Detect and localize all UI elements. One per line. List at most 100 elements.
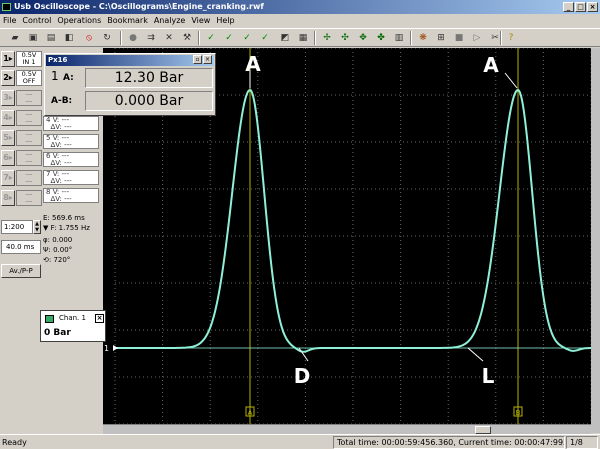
- stop-icon[interactable]: ■: [452, 31, 466, 45]
- channel-3-button[interactable]: 3▸: [1, 90, 15, 106]
- export-icon[interactable]: ◧: [62, 31, 76, 45]
- menu-operations[interactable]: Operations: [54, 14, 104, 28]
- annotation-a2-pointer: [504, 72, 518, 89]
- timebase-ratio[interactable]: 1:200: [1, 220, 33, 234]
- check-icon[interactable]: ✓: [204, 31, 218, 45]
- px16-a-value: 12.30 Bar: [85, 68, 213, 88]
- print-icon[interactable]: ▤: [44, 31, 58, 45]
- status-page: 1/8: [566, 436, 598, 449]
- channel-3-scale[interactable]: --- ---: [16, 90, 42, 106]
- toolbar-separator: [314, 31, 316, 45]
- toolbar-separator: [120, 31, 122, 45]
- toolbar-separator: [198, 31, 200, 45]
- check-icon[interactable]: ✓: [240, 31, 254, 45]
- annotation-l: L: [482, 364, 495, 388]
- px16-ab-label: A-B:: [51, 96, 73, 106]
- cursor-icon[interactable]: ✥: [356, 31, 370, 45]
- zero-marker-label: 1: [104, 344, 109, 353]
- menu-view[interactable]: View: [188, 14, 213, 28]
- horizontal-scrollbar[interactable]: [103, 424, 591, 434]
- refresh-icon[interactable]: ↻: [100, 31, 114, 45]
- v-readout-5: 5 V: --- ΔV: ---: [43, 134, 99, 149]
- menu-file[interactable]: File: [0, 14, 19, 28]
- cursor-icon[interactable]: ✤: [374, 31, 388, 45]
- timebase-time[interactable]: 40.0 ms: [1, 240, 41, 254]
- annotation-d: D: [294, 364, 311, 388]
- menu-bar: File Control Operations Bookmark Analyze View…: [0, 14, 600, 28]
- timebase-spinner[interactable]: ▲ ▼: [33, 220, 41, 234]
- grid-icon[interactable]: ▦: [296, 31, 310, 45]
- px16-a-label: A:: [63, 73, 74, 83]
- channel-color-icon: [45, 315, 54, 323]
- px16-title[interactable]: Px16: [46, 55, 214, 66]
- cursor-b-label: B: [516, 409, 521, 417]
- channel-1-scale[interactable]: 0.5V IN 1: [16, 51, 42, 67]
- status-ready: Ready: [2, 438, 27, 447]
- maximize-button[interactable]: □: [575, 2, 586, 12]
- legend-close-icon[interactable]: ×: [95, 314, 104, 323]
- channel-4-scale[interactable]: --- ---: [16, 110, 42, 126]
- title-bar: Usb Oscilloscope - C:\Oscillograms\Engin…: [0, 0, 600, 14]
- annotation-l-pointer: [467, 347, 484, 362]
- channel-1-button[interactable]: 1▸: [1, 51, 15, 67]
- channel-2-button[interactable]: 2▸: [1, 70, 15, 86]
- channel-5-button[interactable]: 5▸: [1, 130, 15, 146]
- record-icon[interactable]: ⦸: [82, 31, 96, 45]
- channel-6-scale[interactable]: --- ---: [16, 150, 42, 166]
- open-folder-icon[interactable]: ▰: [8, 31, 22, 45]
- check-icon[interactable]: ✓: [222, 31, 236, 45]
- measure-phi: φ: 0.000: [43, 236, 73, 244]
- annotation-d-pointer: [298, 347, 309, 362]
- measure-f: ▼ F: 1.755 Hz: [43, 224, 90, 232]
- avpp-button[interactable]: Av./P-P: [1, 264, 41, 278]
- px16-readout-window[interactable]: Px16 ▫ × 1 A: 12.30 Bar A-B: 0.000 Bar: [44, 53, 216, 116]
- cursor-icon[interactable]: ✢: [320, 31, 334, 45]
- cursor-a-label: A: [248, 409, 253, 417]
- menu-analyze[interactable]: Analyze: [151, 14, 189, 28]
- cursor-icon[interactable]: ✣: [338, 31, 352, 45]
- v-readout-7: 7 V: --- ΔV: ---: [43, 170, 99, 185]
- measure-icon[interactable]: ✕: [162, 31, 176, 45]
- toolbar-separator: [410, 31, 412, 45]
- channel-7-scale[interactable]: --- ---: [16, 170, 42, 186]
- legend-value: 0 Bar: [44, 328, 71, 338]
- color-icon[interactable]: ◩: [278, 31, 292, 45]
- close-button[interactable]: ×: [587, 2, 598, 12]
- help-icon[interactable]: ?: [504, 31, 518, 45]
- channel-2-scale[interactable]: 0.5V OFF: [16, 70, 42, 86]
- run-icon[interactable]: ⇉: [144, 31, 158, 45]
- zero-marker-arrow: [113, 345, 118, 351]
- px16-ab-value: 0.000 Bar: [85, 91, 213, 111]
- channel-6-button[interactable]: 6▸: [1, 150, 15, 166]
- check-icon[interactable]: ✓: [258, 31, 272, 45]
- vertical-scrollbar[interactable]: [591, 48, 600, 433]
- channel-legend[interactable]: Chan. 1 × 0 Bar: [40, 310, 106, 342]
- minimize-button[interactable]: _: [563, 2, 574, 12]
- next-icon[interactable]: ▷: [470, 31, 484, 45]
- save-icon[interactable]: ▣: [26, 31, 40, 45]
- channel-4-button[interactable]: 4▸: [1, 110, 15, 126]
- channel-5-scale[interactable]: --- ---: [16, 130, 42, 146]
- legend-channel-name: Chan. 1: [59, 314, 86, 322]
- zoom-icon[interactable]: ▥: [392, 31, 406, 45]
- status-time: Total time: 00:00:59:456.360, Current ti…: [333, 436, 565, 449]
- annotation-a2: A: [483, 53, 499, 77]
- px16-pin-button[interactable]: ▫: [193, 55, 202, 64]
- v-readout-4: 4 V: --- ΔV: ---: [43, 116, 99, 131]
- stop-icon[interactable]: ●: [126, 31, 140, 45]
- channel-7-button[interactable]: 7▸: [1, 170, 15, 186]
- tools-icon[interactable]: ⚒: [180, 31, 194, 45]
- channel-8-button[interactable]: 8▸: [1, 190, 15, 206]
- settings-icon[interactable]: ⊞: [434, 31, 448, 45]
- channel-8-scale[interactable]: --- ---: [16, 190, 42, 206]
- settings-icon[interactable]: ❋: [416, 31, 430, 45]
- px16-close-button[interactable]: ×: [203, 55, 212, 64]
- scroll-thumb[interactable]: [475, 426, 491, 434]
- menu-bookmark[interactable]: Bookmark: [104, 14, 151, 28]
- v-readout-6: 6 V: --- ΔV: ---: [43, 152, 99, 167]
- app-icon: [2, 3, 11, 11]
- toolbar: ▰ ▣ ▤ ◧ ⦸ ↻ ● ⇉ ✕ ⚒ ✓ ✓ ✓ ✓ ◩ ▦ ✢ ✣ ✥ ✤ …: [0, 28, 600, 47]
- menu-help[interactable]: Help: [213, 14, 237, 28]
- toolbar-separator: [500, 31, 502, 45]
- menu-control[interactable]: Control: [19, 14, 54, 28]
